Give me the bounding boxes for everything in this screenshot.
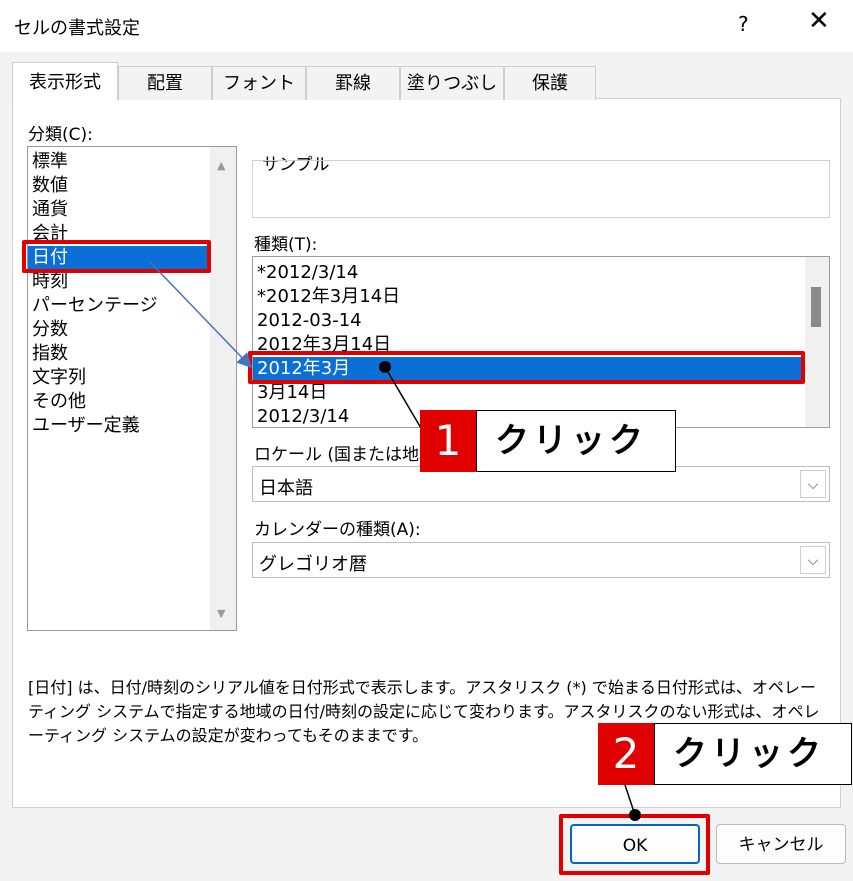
callout-text-1: クリック: [476, 410, 676, 472]
arrow-line: [149, 261, 253, 369]
callout-number-2: 2: [598, 723, 654, 785]
callout-number-1: 1: [420, 410, 476, 472]
callout-line: [624, 784, 636, 816]
callout-text-2: クリック: [654, 723, 852, 785]
